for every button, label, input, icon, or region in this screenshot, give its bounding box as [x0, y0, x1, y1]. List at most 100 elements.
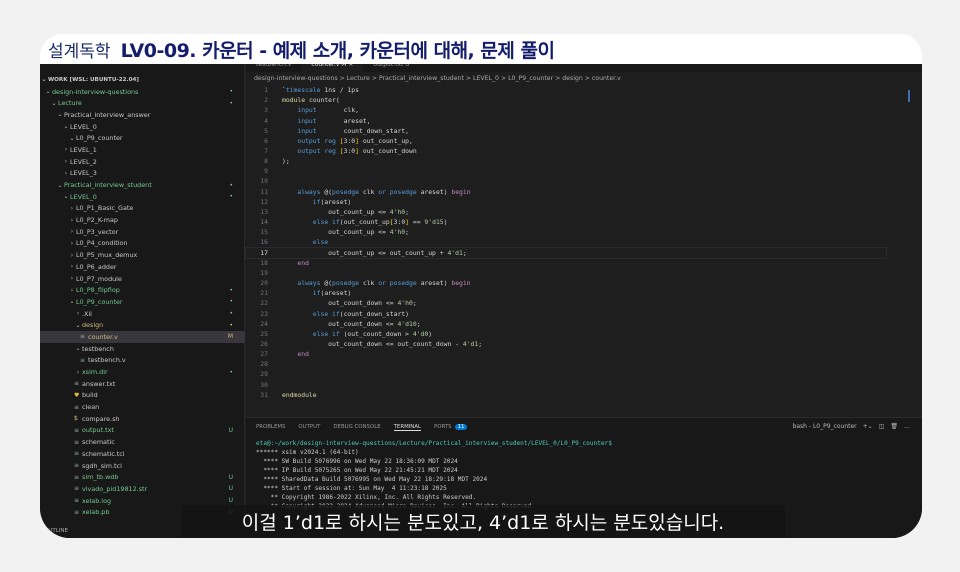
git-status-badge: •: [229, 286, 233, 294]
code-line: 2 module counter(: [246, 95, 886, 105]
more-icon[interactable]: …: [904, 423, 910, 430]
tree-item[interactable]: $ compare.sh: [40, 413, 245, 425]
terminal-name[interactable]: bash - L0_P9_counter: [793, 423, 857, 430]
tree-item[interactable]: ⌄ LEVEL_0 •: [40, 191, 245, 203]
chevron-down-icon: ⌄: [41, 76, 47, 84]
code-line: 25 else if (out_count_down > 4'd0): [246, 329, 886, 339]
tree-item[interactable]: ≡ output.txt U: [40, 425, 245, 437]
tree-item[interactable]: ≡ schematic.tcl: [40, 448, 245, 460]
tree-item[interactable]: ≡ schematic: [40, 436, 245, 448]
line-number: 16: [260, 238, 268, 247]
tree-item-label: clean: [82, 403, 100, 412]
line-number: 10: [260, 177, 268, 186]
new-terminal-icon[interactable]: +⌄: [863, 423, 873, 430]
tree-item-label: sim_tb.wdb: [82, 473, 119, 482]
code-line: 22 out_count_down <= 4'h0;: [246, 298, 886, 308]
panel-tab-label: PORTS: [434, 424, 452, 430]
tree-item[interactable]: ⌄ LEVEL_0: [40, 121, 245, 133]
tree-item[interactable]: ⌄ testbench: [40, 343, 245, 355]
tree-item[interactable]: › L0_P6_adder: [40, 261, 245, 273]
tree-item[interactable]: ≡ clean: [40, 401, 245, 413]
tree-item[interactable]: ≡ answer.txt: [40, 378, 245, 390]
tree-item-label: xelab.pb: [82, 508, 110, 517]
code-text: input count_down_start,: [297, 126, 409, 135]
code-text: output reg [3:0] out_count_down: [297, 147, 417, 156]
line-number: 3: [264, 106, 268, 115]
tree-item-label: testbench: [82, 344, 114, 353]
code-line: 12 if(areset): [246, 197, 886, 207]
line-number: 18: [260, 258, 268, 267]
tree-item-label: L0_P4_condition: [76, 239, 128, 248]
tree-item-label: testbench.v: [88, 356, 126, 365]
split-terminal-icon[interactable]: ◫: [879, 423, 885, 430]
file-icon: ≡: [74, 462, 80, 470]
outline-section[interactable]: OUTLINE: [40, 528, 68, 534]
tree-item[interactable]: › L0_P2_K-map: [40, 214, 245, 226]
tree-item[interactable]: › L0_P1_Basic_Gate: [40, 203, 245, 215]
tree-item-label: L0_P7_module: [76, 274, 122, 283]
tree-item[interactable]: ⌄ design •: [40, 319, 245, 331]
line-number: 8: [264, 157, 268, 166]
code-line: 3 input clk,: [246, 105, 886, 115]
tree-item-label: design: [82, 321, 104, 330]
tree-item[interactable]: › L0_P5_mux_demux: [40, 249, 245, 261]
line-number: 21: [260, 289, 268, 298]
tree-item[interactable]: ≡ counter.v M: [40, 331, 245, 343]
terminal-output[interactable]: eta@:~/work/design-interview-questions/L…: [256, 440, 612, 512]
terminal-line: **** SharedData Build 5076995 on Wed May…: [256, 476, 488, 483]
code-line: 27 end: [246, 349, 886, 359]
tree-item-label: counter.v: [88, 332, 118, 341]
trash-icon[interactable]: 🗑: [890, 423, 898, 430]
code-editor[interactable]: 1 `timescale 1ns / 1ps 2 module counter(3 i…: [245, 85, 887, 400]
line-number: 25: [260, 329, 268, 338]
panel-tab-debug-console[interactable]: DEBUG CONSOLE: [333, 424, 380, 431]
tree-item-label: output.txt: [82, 426, 114, 435]
code-text: `timescale 1ns / 1ps: [282, 86, 359, 95]
tree-item-label: schematic: [82, 438, 115, 447]
tree-item[interactable]: › LEVEL_2: [40, 156, 245, 168]
tree-item[interactable]: › L0_P7_module: [40, 273, 245, 285]
breadcrumb[interactable]: design-interview-questions > Lecture > P…: [254, 75, 621, 82]
tree-item[interactable]: ⌄ design-interview-questions •: [40, 86, 245, 98]
file-icon: ≡: [74, 403, 80, 411]
tree-item[interactable]: ≡ sim_tb.wdb U: [40, 471, 245, 483]
tree-item[interactable]: › .Xil •: [40, 308, 245, 320]
file-icon: ≡: [74, 508, 80, 516]
code-text: endmodule: [282, 390, 317, 399]
tree-item[interactable]: › LEVEL_1: [40, 144, 245, 156]
panel-tab-label: DEBUG CONSOLE: [333, 424, 381, 430]
tree-item[interactable]: ⌄ L0_P9_counter •: [40, 296, 245, 308]
panel-tab-problems[interactable]: PROBLEMS: [256, 424, 285, 431]
code-text: out_count_down <= 4'd10;: [282, 319, 421, 328]
chevron-right-icon: ›: [70, 228, 74, 236]
tree-item[interactable]: ≡ vivado_pid19812.str U: [40, 483, 245, 495]
code-line: 19: [246, 268, 886, 278]
tree-item[interactable]: ⌄ L0_P9_counter: [40, 132, 245, 144]
tree-item[interactable]: › L0_P8_flipflop •: [40, 284, 245, 296]
minimap[interactable]: [908, 84, 918, 104]
code-line: 29: [246, 369, 886, 379]
chevron-down-icon: ⌄: [57, 111, 63, 119]
code-text: always @(posedge clk or posedge areset) …: [297, 279, 471, 288]
tree-item[interactable]: ≡ testbench.v: [40, 355, 245, 367]
tree-item[interactable]: ♥ build: [40, 390, 245, 402]
tree-item[interactable]: ⌄ Practical_interview_answer: [40, 109, 245, 121]
tree-item[interactable]: ≡ sgdh_sim.tcl: [40, 460, 245, 472]
tree-item[interactable]: › L0_P3_vector: [40, 226, 245, 238]
tree-item[interactable]: › LEVEL_3: [40, 168, 245, 180]
code-line: 24 out_count_down <= 4'd10;: [246, 319, 886, 329]
tree-item-label: L0_P2_K-map: [76, 216, 118, 225]
tree-item[interactable]: › L0_P4_condition: [40, 238, 245, 250]
workspace-header[interactable]: ⌄ WORK [WSL: UBUNTU-22.04]: [40, 74, 245, 86]
line-number: 15: [260, 228, 268, 237]
panel-tab-output[interactable]: OUTPUT: [298, 424, 320, 431]
tree-item[interactable]: › xsim.dir •: [40, 366, 245, 378]
line-number: 1: [264, 86, 268, 95]
code-text: output reg [3:0] out_count_up,: [297, 136, 413, 145]
code-line: 17 out_count_up <= out_count_up + 4'd1;: [245, 246, 887, 259]
tree-item[interactable]: ⌄ Practical_interview_student •: [40, 179, 245, 191]
ports-count-badge: 11: [454, 424, 468, 430]
tree-item[interactable]: ⌄ Lecture •: [40, 97, 245, 109]
panel-tab-ports[interactable]: PORTS 11: [434, 424, 468, 431]
panel-tab-terminal[interactable]: TERMINAL: [393, 424, 422, 431]
